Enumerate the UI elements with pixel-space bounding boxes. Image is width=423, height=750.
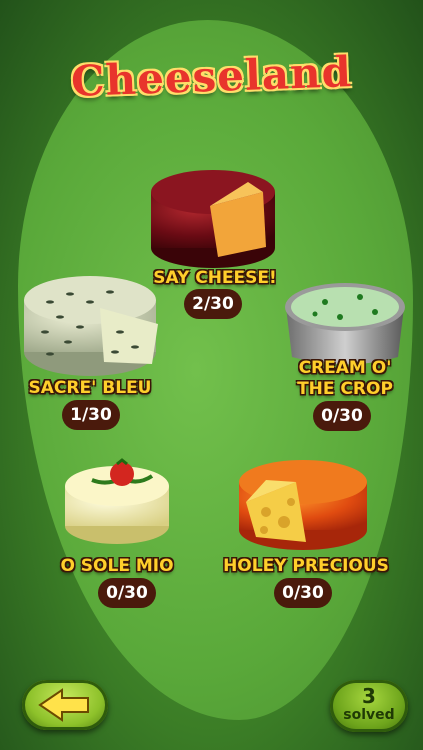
cheese-holey-precious[interactable] xyxy=(236,452,370,552)
level-progress-sacre-bleu: 1/30 xyxy=(62,400,120,430)
level-label-cream-o-the-crop-2: THE CROP xyxy=(297,379,393,399)
cheese-sacre-bleu[interactable] xyxy=(20,272,160,382)
cheese-o-sole-mio[interactable] xyxy=(62,456,172,546)
level-progress-cream-o-the-crop: 0/30 xyxy=(313,401,371,431)
cheese-say-cheese[interactable] xyxy=(148,162,278,272)
level-label-cream-o-the-crop-1: CREAM O' xyxy=(298,358,392,378)
solved-label: solved xyxy=(343,707,395,723)
cheese-cream-o-the-crop[interactable] xyxy=(280,272,410,372)
level-progress-o-sole-mio: 0/30 xyxy=(98,578,156,608)
arrow-left-icon xyxy=(38,688,89,722)
level-progress-holey-precious: 0/30 xyxy=(274,578,332,608)
back-button[interactable] xyxy=(22,680,108,730)
level-label-holey-precious: HOLEY PRECIOUS xyxy=(223,556,389,576)
level-progress-say-cheese: 2/30 xyxy=(184,289,242,319)
level-label-sacre-bleu: SACRE' BLEU xyxy=(28,378,152,398)
solved-count: 3 xyxy=(362,684,376,708)
level-label-o-sole-mio: O SOLE MIO xyxy=(60,556,174,576)
solved-counter: 3 solved xyxy=(330,680,408,732)
level-label-say-cheese: SAY CHEESE! xyxy=(153,268,277,288)
